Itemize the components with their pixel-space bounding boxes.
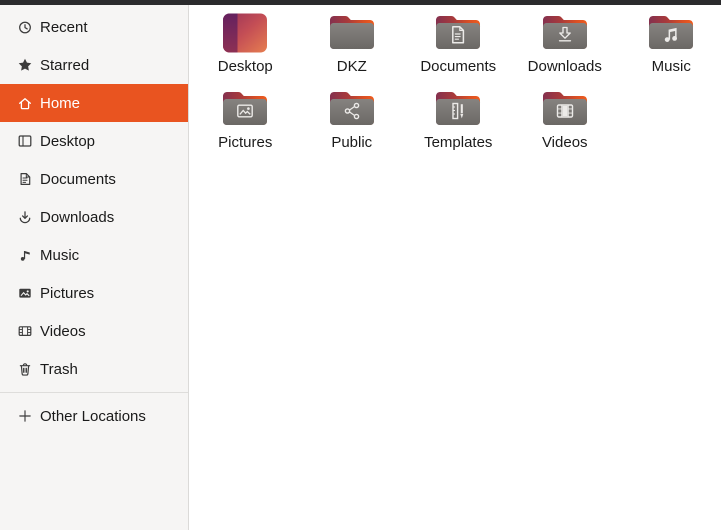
sidebar-item-videos[interactable]: Videos	[0, 312, 188, 350]
folder-plain-icon	[329, 16, 374, 49]
sidebar-item-label: Videos	[40, 322, 86, 340]
desktop-pane-icon	[17, 133, 33, 149]
document-icon	[17, 171, 33, 187]
file-item-desktop[interactable]: Desktop	[192, 13, 299, 89]
sidebar-item-trash[interactable]: Trash	[0, 350, 188, 388]
sidebar-item-label: Desktop	[40, 132, 96, 150]
sidebar-item-music[interactable]: Music	[0, 236, 188, 274]
folder-downloads-icon	[542, 16, 587, 49]
music-note-icon	[17, 247, 33, 263]
sidebar-item-starred[interactable]: Starred	[0, 46, 188, 84]
file-name: Music	[651, 58, 691, 75]
sidebar-item-home[interactable]: Home	[0, 84, 188, 122]
folder-templates-icon	[436, 92, 481, 125]
sidebar-item-label: Downloads	[40, 208, 115, 226]
picture-icon	[17, 285, 33, 301]
sidebar-item-label: Documents	[40, 170, 116, 188]
file-name: DKZ	[336, 58, 367, 75]
file-name: Templates	[424, 134, 493, 151]
sidebar-item-pictures[interactable]: Pictures	[0, 274, 188, 312]
file-item-music[interactable]: Music	[618, 13, 721, 89]
folder-documents-icon	[436, 16, 481, 49]
sidebar-item-label: Recent	[40, 18, 88, 36]
sidebar-item-downloads[interactable]: Downloads	[0, 198, 188, 236]
folder-videos-icon	[542, 92, 587, 125]
home-icon	[17, 95, 33, 111]
sidebar: Recent Starred Home Desktop Documents Do…	[0, 5, 189, 530]
sidebar-item-label: Home	[40, 94, 81, 112]
file-name: Desktop	[217, 58, 273, 75]
file-item-downloads[interactable]: Downloads	[512, 13, 619, 89]
file-item-templates[interactable]: Templates	[405, 89, 512, 165]
sidebar-item-label: Trash	[40, 360, 78, 378]
sidebar-item-label: Pictures	[40, 284, 95, 302]
film-icon	[17, 323, 33, 339]
file-item-public[interactable]: Public	[299, 89, 406, 165]
folder-music-icon	[649, 16, 694, 49]
recent-clock-icon	[17, 19, 33, 35]
file-item-pictures[interactable]: Pictures	[192, 89, 299, 165]
trash-icon	[17, 361, 33, 377]
sidebar-item-desktop[interactable]: Desktop	[0, 122, 188, 160]
sidebar-item-documents[interactable]: Documents	[0, 160, 188, 198]
file-manager-window: Recent Starred Home Desktop Documents Do…	[0, 0, 721, 530]
file-item-videos[interactable]: Videos	[512, 89, 619, 165]
download-icon	[17, 209, 33, 225]
desktop-gradient-icon	[223, 13, 268, 53]
file-name: Videos	[541, 134, 588, 151]
folder-public-share-icon	[329, 92, 374, 125]
folder-pictures-icon	[223, 92, 268, 125]
file-item-dkz[interactable]: DKZ	[299, 13, 406, 89]
star-icon	[17, 57, 33, 73]
file-grid: Desktop DKZ Documents Downloads Music Pi…	[189, 5, 721, 530]
plus-icon	[17, 408, 33, 424]
sidebar-separator	[0, 392, 188, 393]
file-name: Documents	[420, 58, 497, 75]
sidebar-item-recent[interactable]: Recent	[0, 8, 188, 46]
file-name: Downloads	[527, 58, 602, 75]
sidebar-item-label: Other Locations	[40, 407, 146, 425]
window-content: Recent Starred Home Desktop Documents Do…	[0, 5, 721, 530]
file-name: Public	[331, 134, 373, 151]
sidebar-item-label: Music	[40, 246, 80, 264]
sidebar-item-other-locations[interactable]: Other Locations	[0, 397, 188, 435]
file-name: Pictures	[218, 134, 273, 151]
sidebar-item-label: Starred	[40, 56, 90, 74]
file-item-documents[interactable]: Documents	[405, 13, 512, 89]
